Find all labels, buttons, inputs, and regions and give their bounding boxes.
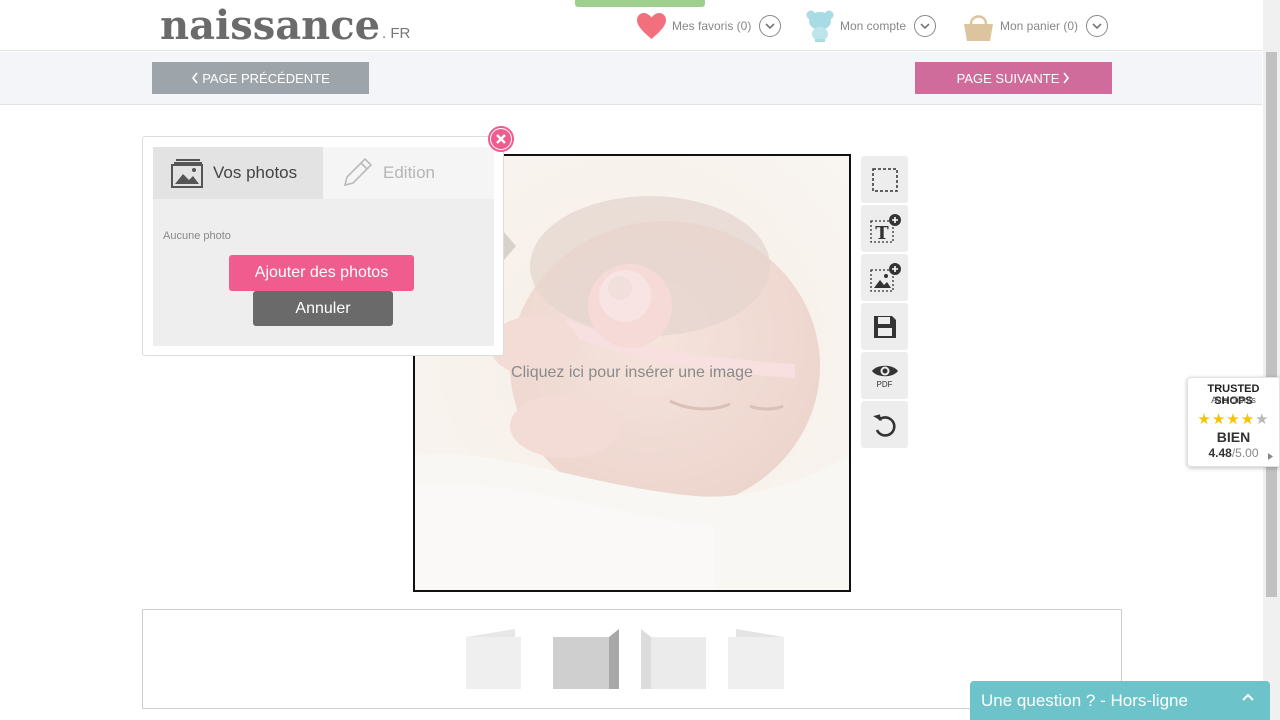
tab-your-photos-label: Vos photos bbox=[213, 163, 298, 182]
chevron-down-icon[interactable] bbox=[914, 15, 937, 37]
tab-edition[interactable]: Edition bbox=[323, 147, 494, 199]
pdf-label: PDF bbox=[876, 379, 893, 389]
add-photos-button[interactable]: Ajouter des photos bbox=[229, 255, 414, 291]
next-page-button[interactable]: PAGE SUIVANTE bbox=[915, 62, 1112, 94]
pencil-icon bbox=[343, 157, 373, 187]
rating-stars: ★★★★★ bbox=[1188, 410, 1279, 428]
chevron-left-icon bbox=[192, 72, 198, 84]
trusted-shops-widget[interactable]: TRUSTED SHOPS Avis clients ★★★★★ BIEN 4.… bbox=[1187, 377, 1280, 467]
chevron-up-icon[interactable] bbox=[1242, 693, 1254, 702]
chevron-right-icon bbox=[1063, 72, 1070, 84]
cart-label: Mon panier (0) bbox=[1000, 19, 1079, 33]
site-header: naissance . FR Mes favoris (0) Mon compt… bbox=[0, 0, 1262, 51]
trusted-shops-subtitle: Avis clients bbox=[1211, 395, 1256, 405]
cancel-button[interactable]: Annuler bbox=[253, 291, 393, 326]
cart-menu[interactable]: Mon panier (0) bbox=[963, 10, 1109, 42]
chat-label: Une question ? - Hors-ligne bbox=[981, 690, 1188, 710]
top-notice-strip[interactable] bbox=[575, 0, 705, 7]
heart-icon bbox=[637, 12, 666, 39]
chevron-down-icon[interactable] bbox=[759, 15, 782, 37]
select-icon bbox=[871, 167, 898, 192]
close-icon bbox=[491, 129, 511, 149]
panel-pointer-arrow bbox=[504, 232, 516, 260]
page-navigation-bar: PAGE PRÉCÉDENTE PAGE SUIVANTE bbox=[0, 52, 1262, 105]
rating-score-max: /5.00 bbox=[1231, 446, 1259, 460]
tab-your-photos[interactable]: Vos photos bbox=[153, 147, 323, 199]
site-logo[interactable]: naissance bbox=[160, 2, 380, 49]
add-image-tool-button[interactable] bbox=[861, 254, 908, 301]
add-text-icon: T bbox=[869, 213, 901, 244]
insert-image-hint[interactable]: Cliquez ici pour insérer une image bbox=[415, 364, 849, 382]
undo-tool-button[interactable] bbox=[861, 401, 908, 448]
rating-score: 4.48/5.00 bbox=[1188, 446, 1279, 460]
favorites-menu[interactable]: Mes favoris (0) bbox=[637, 10, 782, 42]
close-panel-button[interactable] bbox=[488, 126, 514, 152]
previous-page-button[interactable]: PAGE PRÉCÉDENTE bbox=[152, 62, 369, 94]
save-icon bbox=[873, 315, 896, 338]
rating-word: BIEN bbox=[1216, 429, 1251, 445]
account-label: Mon compte bbox=[840, 19, 907, 33]
page-scrollbar-thumb[interactable] bbox=[1266, 52, 1277, 597]
rating-stars-empty: ★ bbox=[1255, 411, 1270, 428]
page-thumbnail-cover[interactable] bbox=[465, 629, 525, 691]
basket-icon bbox=[964, 15, 993, 41]
rating-stars-filled: ★★★★ bbox=[1197, 411, 1256, 428]
photo-picker-body: Vos photos Edition Aucune photo Ajouter … bbox=[153, 147, 494, 346]
previous-page-label: PAGE PRÉCÉDENTE bbox=[202, 70, 330, 86]
chevron-down-icon[interactable] bbox=[1086, 15, 1109, 37]
caret-right-icon bbox=[1268, 453, 1273, 460]
select-tool-button[interactable] bbox=[861, 156, 908, 203]
photo-gallery-icon bbox=[171, 159, 203, 188]
page-thumbnail-current[interactable] bbox=[552, 629, 622, 691]
svg-text:T: T bbox=[875, 223, 889, 244]
next-page-label: PAGE SUIVANTE bbox=[956, 70, 1060, 86]
site-logo-suffix: . FR bbox=[382, 25, 411, 42]
add-image-icon bbox=[869, 262, 901, 292]
teddy-bear-icon bbox=[806, 10, 834, 42]
preview-pdf-tool-button[interactable]: PDF bbox=[861, 352, 908, 399]
empty-photos-text: Aucune photo bbox=[163, 230, 231, 242]
chat-widget[interactable]: Une question ? - Hors-ligne bbox=[970, 681, 1270, 720]
add-text-tool-button[interactable]: T bbox=[861, 205, 908, 252]
undo-icon bbox=[872, 413, 896, 437]
rating-score-value: 4.48 bbox=[1208, 446, 1232, 460]
save-tool-button[interactable] bbox=[861, 303, 908, 350]
preview-pdf-icon bbox=[871, 365, 898, 376]
favorites-label: Mes favoris (0) bbox=[672, 19, 752, 33]
photo-picker-panel: Vos photos Edition Aucune photo Ajouter … bbox=[142, 136, 504, 356]
page-thumbnail-spread[interactable] bbox=[640, 629, 710, 691]
tab-edition-label: Edition bbox=[383, 163, 435, 182]
page-thumbnail-back[interactable] bbox=[727, 629, 787, 691]
account-menu[interactable]: Mon compte bbox=[806, 10, 937, 42]
